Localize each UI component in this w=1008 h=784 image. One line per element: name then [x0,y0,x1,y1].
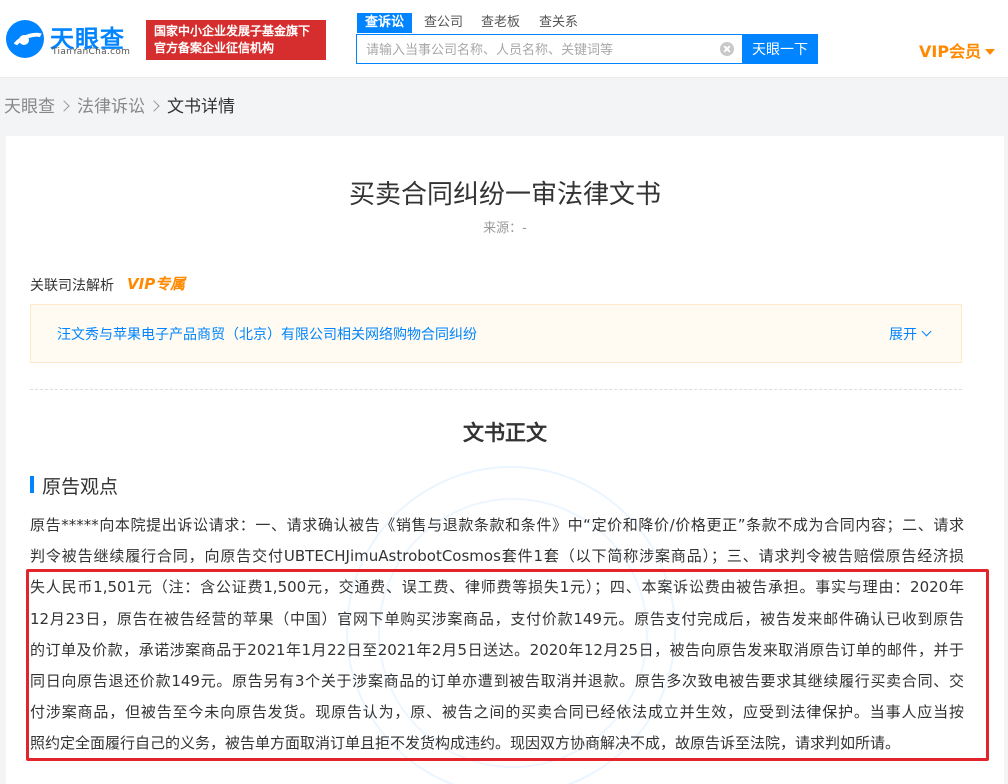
document-card: 买卖合同纠纷一审法律文书 来源：- 关联司法解析 VIP专属 汪文秀与苹果电子产… [6,136,1004,784]
body-line: 失人民币1,501元（注：含公证费1,500元，交通费、误工费、律师费等损失1元… [30,578,964,597]
document-source: 来源：- [483,221,527,236]
related-case-box: 汪文秀与苹果电子产品商贸（北京）有限公司相关网络购物合同纠纷 展开 [30,304,962,363]
tab-relation[interactable]: 查关系 [539,13,578,33]
expand-label: 展开 [889,327,917,343]
breadcrumb-legal[interactable]: 法律诉讼 [77,97,145,117]
vip-member-label: VIP会员 [919,42,982,61]
endorsement-badge: 国家中小企业发展子基金旗下 官方备案企业征信机构 [146,20,326,60]
chevron-right-icon [58,100,70,112]
subsection-accent-bar [30,476,34,493]
clear-icon[interactable] [720,42,734,56]
breadcrumb: 天眼查 法律诉讼 文书详情 [4,96,235,118]
body-line: 付涉案商品，但被告至今未向原告发货。现原告认为，原、被告之间的买卖合同已经依法成… [30,703,964,722]
breadcrumb-home[interactable]: 天眼查 [4,97,55,117]
caret-down-icon [985,49,996,55]
logo-domain: TianYanCha.com [52,47,131,57]
breadcrumb-current: 文书详情 [167,97,235,117]
chevron-down-icon [921,326,932,337]
badge-line-2: 官方备案企业征信机构 [154,41,275,55]
expand-button[interactable]: 展开 [889,324,932,344]
document-title: 买卖合同纠纷一审法律文书 [348,180,661,210]
vip-member-menu[interactable]: VIP会员 [919,38,996,62]
section-divider [30,389,962,390]
tab-boss[interactable]: 查老板 [481,13,520,33]
tab-company[interactable]: 查公司 [424,13,463,33]
body-line: 照约定全面履行自己的义务，被告单方面取消订单且拒不发货构成违约。现因双方协商解决… [30,734,901,753]
tab-lawsuit[interactable]: 查诉讼 [357,13,413,33]
badge-line-1: 国家中小企业发展子基金旗下 [154,24,311,38]
plaintiff-claims-text: 原告*****向本院提出诉讼请求：一、请求确认被告《销售与退款条款和条件》中“定… [30,510,964,760]
body-line: 同日向原告退还价款149元。原告另有3个关于涉案商品的订单亦遭到被告取消并退款。… [30,671,964,690]
body-line: 判令被告继续履行合同，向原告交付UBTECHJimuAstrobotCosmos… [30,547,964,566]
related-case-link[interactable]: 汪文秀与苹果电子产品商贸（北京）有限公司相关网络购物合同纠纷 [57,324,477,344]
search-input[interactable] [357,35,712,63]
chevron-right-icon [148,100,160,112]
tianyancha-logo[interactable]: 天眼查 TianYanCha.com [6,18,141,60]
vip-exclusive-tag: VIP专属 [127,275,186,293]
body-line: 原告*****向本院提出诉讼请求：一、请求确认被告《销售与退款条款和条件》中“定… [30,516,964,534]
top-header: 天眼查 TianYanCha.com 国家中小企业发展子基金旗下 官方备案企业征… [0,0,1008,78]
body-line: 的订单及价款，承诺涉案商品于2021年1月22日至2021年2月5日送达。202… [30,640,964,659]
section-title: 文书正文 [463,421,547,445]
search-box [356,34,743,64]
related-analysis-label: 关联司法解析 [30,278,114,294]
eye-logo-icon [6,20,44,58]
subsection-title: 原告观点 [42,476,119,498]
search-button[interactable]: 天眼一下 [742,34,818,64]
body-line: 12月23日，原告在被告经营的苹果（中国）官网下单购买涉案商品，支付价款149元… [30,609,964,628]
